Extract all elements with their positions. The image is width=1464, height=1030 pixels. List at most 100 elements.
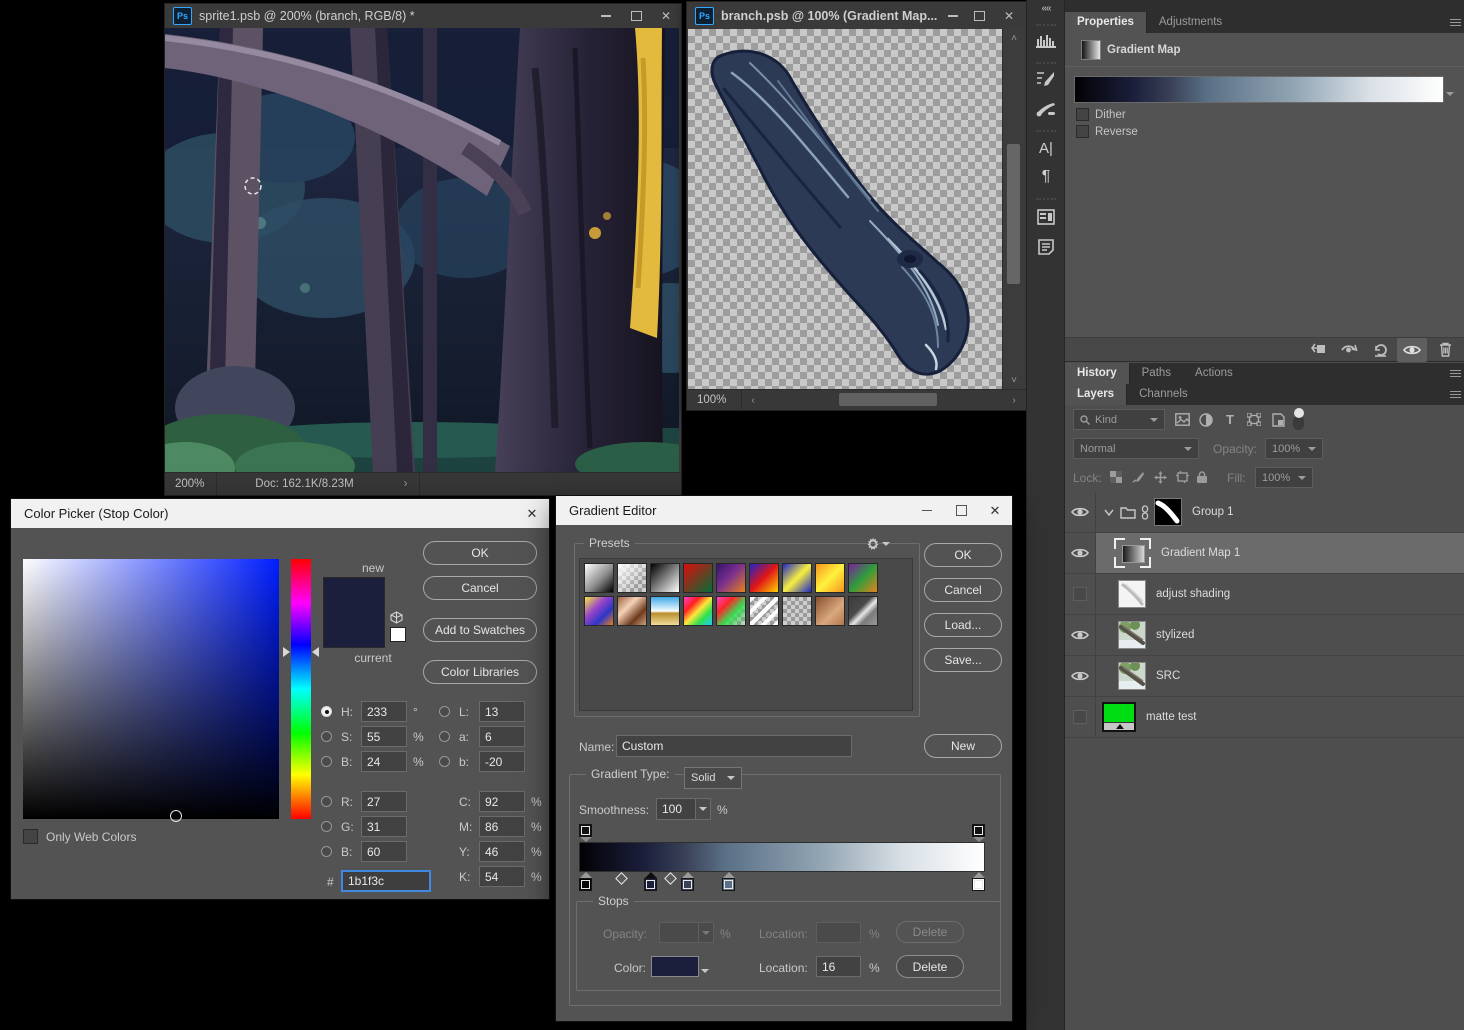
field-input[interactable]: 31: [361, 816, 407, 837]
group-mask-thumbnail[interactable]: [1154, 498, 1182, 526]
tab-history[interactable]: History: [1065, 363, 1130, 384]
radio-left-1[interactable]: [321, 731, 332, 742]
radio-left-4[interactable]: [321, 821, 332, 832]
dither-checkbox-row[interactable]: Dither: [1076, 108, 1126, 121]
gradient-name-input[interactable]: Custom: [616, 735, 852, 757]
hue-slider[interactable]: [291, 559, 311, 819]
gradient-preset-blue-red-yellow[interactable]: [749, 563, 779, 593]
field-input[interactable]: 92: [479, 791, 525, 812]
window2-titlebar[interactable]: Ps branch.psb @ 100% (Gradient Map... ✕: [687, 2, 1026, 29]
delete-adjustment-icon[interactable]: [1431, 339, 1459, 361]
canvas-sprite1[interactable]: [165, 28, 679, 472]
color-field-marker[interactable]: [170, 810, 182, 822]
presets-scroll-area[interactable]: [579, 558, 913, 711]
brush-settings-panel-icon[interactable]: [1027, 66, 1065, 92]
vertical-scrollbar[interactable]: ˄ ˅: [1002, 29, 1025, 389]
radio-right-1[interactable]: [439, 731, 450, 742]
panel-menu-icon[interactable]: [1450, 368, 1461, 379]
gradient-preset-russet[interactable]: [815, 596, 845, 626]
visibility-checkbox-empty[interactable]: [1073, 587, 1087, 601]
layer-visibility-toggle[interactable]: [1065, 492, 1096, 532]
gradient-preset-red-to-green[interactable]: [683, 563, 713, 593]
gradient-preset-orange-yellow-orange[interactable]: [815, 563, 845, 593]
status-chevron-icon[interactable]: ›: [392, 473, 420, 495]
gradient-preset-foreground-to-transparent[interactable]: [617, 563, 647, 593]
gradient-preset-violet-green-orange[interactable]: [848, 563, 878, 593]
stop-location-input[interactable]: 16: [816, 956, 861, 977]
midpoint-diamond-21.5[interactable]: [664, 872, 677, 885]
radio-left-0[interactable]: [321, 706, 332, 717]
stop-opacity-dropdown-icon[interactable]: [699, 922, 714, 943]
reverse-checkbox[interactable]: [1076, 125, 1089, 138]
opacity-stops-track[interactable]: [579, 824, 985, 842]
gradient-type-dropdown[interactable]: Solid: [684, 767, 742, 789]
filter-smart-objects-icon[interactable]: [1267, 409, 1289, 430]
brushes-panel-icon[interactable]: [1027, 96, 1065, 122]
collapse-panels-icon[interactable]: ««: [1027, 0, 1065, 16]
gradient-dropdown-icon[interactable]: [1446, 85, 1454, 99]
tab-properties[interactable]: Properties: [1065, 12, 1147, 33]
ok-button[interactable]: OK: [924, 543, 1002, 567]
view-previous-state-icon[interactable]: [1335, 339, 1363, 361]
window1-titlebar[interactable]: Ps sprite1.psb @ 200% (branch, RGB/8) * …: [165, 4, 681, 28]
field-input[interactable]: 24: [361, 751, 407, 772]
layer-visibility-toggle[interactable]: [1065, 656, 1096, 696]
hex-input[interactable]: 1b1f3c: [341, 870, 431, 892]
gradient-preset-copper[interactable]: [617, 596, 647, 626]
field-input[interactable]: -20: [479, 751, 525, 772]
fill-layer-thumbnail[interactable]: [1102, 702, 1136, 732]
layer-visibility-toggle[interactable]: [1065, 574, 1096, 614]
radio-left-5[interactable]: [321, 846, 332, 857]
lock-transparency-icon[interactable]: [1107, 468, 1125, 486]
gradient-preset-yellow-violet-orange-blue[interactable]: [584, 596, 614, 626]
smoothness-input[interactable]: 100: [656, 798, 696, 820]
hue-slider-right-arrow-icon[interactable]: [312, 647, 319, 657]
color-field[interactable]: [23, 559, 279, 819]
maximize-button[interactable]: [621, 4, 651, 28]
reset-adjustment-icon[interactable]: [1367, 339, 1393, 361]
new-button[interactable]: New: [924, 734, 1002, 758]
gradient-preset-transparent-rainbow[interactable]: [716, 596, 746, 626]
field-input[interactable]: 55: [361, 726, 407, 747]
layer-thumbnail[interactable]: [1118, 662, 1146, 690]
layer-row-adjust-shading[interactable]: adjust shading: [1065, 574, 1464, 615]
vertical-scroll-thumb[interactable]: [1007, 144, 1020, 284]
maximize-icon[interactable]: [944, 496, 978, 525]
filter-type-layers-icon[interactable]: T: [1219, 409, 1241, 430]
filter-shape-layers-icon[interactable]: [1243, 409, 1265, 430]
gradient-preset-foreground-to-background[interactable]: [584, 563, 614, 593]
tab-adjustments[interactable]: Adjustments: [1147, 12, 1234, 33]
canvas-branch[interactable]: [688, 29, 1002, 389]
field-input[interactable]: 27: [361, 791, 407, 812]
group-expand-icon[interactable]: [1104, 509, 1114, 516]
tab-layers[interactable]: Layers: [1065, 384, 1127, 405]
gradient-preset-chrome[interactable]: [650, 596, 680, 626]
field-input[interactable]: 86: [479, 816, 525, 837]
save-button[interactable]: Save...: [924, 648, 1002, 672]
zoom-level-field[interactable]: 200%: [165, 473, 217, 495]
minimize-icon[interactable]: [910, 496, 944, 525]
only-web-colors-checkbox[interactable]: [23, 829, 38, 844]
layer-thumbnail[interactable]: [1118, 621, 1146, 649]
stop-opacity-location-input[interactable]: [816, 922, 861, 943]
filter-adjustment-layers-icon[interactable]: [1195, 409, 1217, 430]
gradient-editor-titlebar[interactable]: Gradient Editor ✕: [556, 496, 1012, 525]
smoothness-dropdown-icon[interactable]: [696, 798, 711, 820]
layer-comps-panel-icon[interactable]: [1027, 204, 1065, 230]
close-button[interactable]: ✕: [651, 4, 681, 28]
gradient-preset-silver-stripe[interactable]: [848, 596, 878, 626]
field-input[interactable]: 233: [361, 701, 407, 722]
gradient-preset-black-to-white[interactable]: [650, 563, 680, 593]
layer-row-matte-test[interactable]: matte test: [1065, 697, 1464, 738]
notes-panel-icon[interactable]: [1027, 234, 1065, 260]
tab-paths[interactable]: Paths: [1130, 363, 1183, 384]
web-safe-color-chip[interactable]: [390, 627, 406, 642]
gradient-map-thumbnail[interactable]: [1114, 538, 1151, 568]
layer-row-group-1[interactable]: Group 1: [1065, 492, 1464, 533]
presets-menu-gear-icon[interactable]: [866, 537, 890, 551]
minimize-button[interactable]: [591, 4, 621, 28]
close-button[interactable]: ✕: [992, 2, 1026, 29]
field-input[interactable]: 54: [479, 866, 525, 887]
filter-pixel-layers-icon[interactable]: [1171, 409, 1193, 430]
close-icon[interactable]: ✕: [515, 499, 549, 528]
